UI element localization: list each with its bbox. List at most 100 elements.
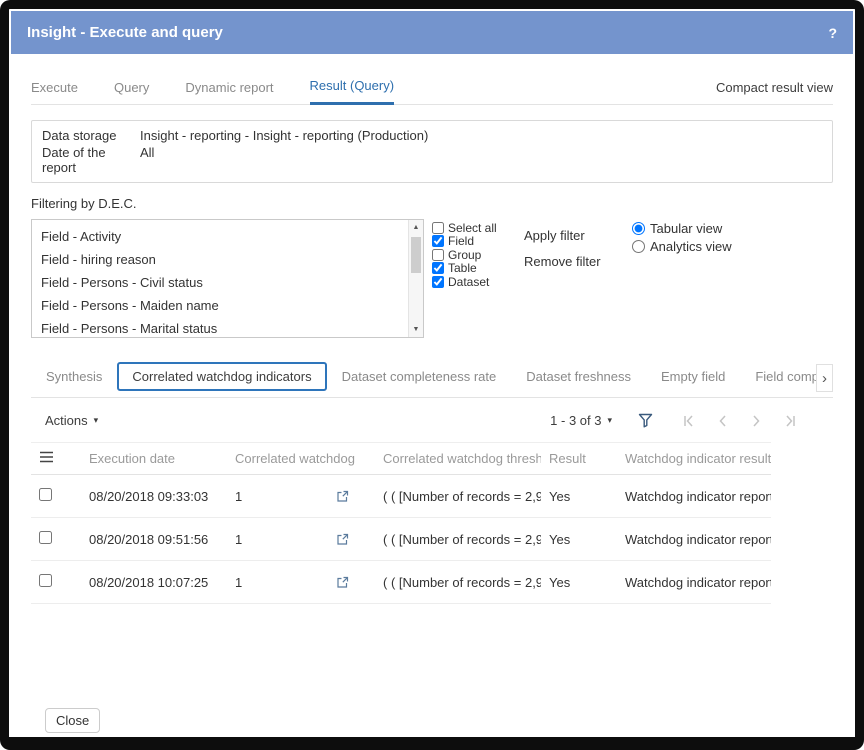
checkbox-dataset[interactable]: Dataset: [432, 275, 512, 289]
rtab-dataset-freshness[interactable]: Dataset freshness: [511, 362, 646, 391]
tab-dynamic-report[interactable]: Dynamic report: [185, 80, 273, 104]
last-page-icon[interactable]: [783, 414, 797, 428]
actions-label: Actions: [45, 413, 88, 428]
table-label: Table: [448, 261, 477, 275]
correlated-watchdog-cell: 1: [235, 575, 367, 590]
list-item[interactable]: Field - Activity: [32, 225, 423, 248]
tabular-view-option[interactable]: Tabular view: [632, 221, 732, 236]
field-checkbox[interactable]: [432, 235, 444, 247]
analytics-view-radio[interactable]: [632, 240, 645, 253]
tab-result-query[interactable]: Result (Query): [310, 78, 395, 105]
rtab-synthesis[interactable]: Synthesis: [31, 362, 117, 391]
info-row-report-date: Date of the report All: [42, 145, 822, 175]
pagination-count-label: 1 - 3 of 3: [550, 413, 601, 428]
table-row: 08/20/2018 10:07:25 1 ( ( [Number of rec…: [31, 561, 771, 604]
table-checkbox[interactable]: [432, 262, 444, 274]
result-cell: Yes: [541, 518, 617, 561]
result-cell: Yes: [541, 561, 617, 604]
close-button[interactable]: Close: [45, 708, 100, 733]
scrollbar-track[interactable]: [409, 235, 423, 322]
list-item[interactable]: Field - Persons - Marital status: [32, 317, 423, 338]
filtering-by-dec-label: Filtering by D.E.C.: [31, 196, 833, 211]
remove-filter-button[interactable]: Remove filter: [524, 254, 610, 269]
main-tabbar: Execute Query Dynamic report Result (Que…: [31, 78, 833, 105]
view-mode-radios: Tabular view Analytics view: [632, 219, 732, 257]
list-item[interactable]: Field - Persons - Maiden name: [32, 294, 423, 317]
rtab-empty-field[interactable]: Empty field: [646, 362, 740, 391]
execution-date-cell: 08/20/2018 09:33:03: [81, 475, 227, 518]
results-table: Execution date Correlated watchdog Corre…: [31, 442, 771, 604]
watchdog-report-link[interactable]: Watchdog indicator report: [625, 532, 763, 547]
threshold-cell: ( ( [Number of records = 2,92: [375, 518, 541, 561]
list-item[interactable]: Field - Persons - Civil status: [32, 271, 423, 294]
actions-dropdown[interactable]: Actions ▾: [45, 413, 98, 428]
filter-type-checkboxes: Select all Field Group Table: [432, 219, 512, 289]
watchdog-report-label: Watchdog indicator report: [625, 575, 771, 590]
row-checkbox[interactable]: [39, 531, 52, 544]
execution-date-cell: 08/20/2018 09:51:56: [81, 518, 227, 561]
result-cell: Yes: [541, 475, 617, 518]
tab-execute[interactable]: Execute: [31, 80, 78, 104]
open-watchdog-icon[interactable]: [336, 533, 349, 546]
first-page-icon[interactable]: [681, 414, 695, 428]
report-info-box: Data storage Insight - reporting - Insig…: [31, 120, 833, 183]
pagination-count-dropdown[interactable]: 1 - 3 of 3 ▾: [550, 413, 612, 428]
correlated-watchdog-cell: 1: [235, 489, 367, 504]
correlated-watchdog-value: 1: [235, 532, 242, 547]
group-checkbox[interactable]: [432, 249, 444, 261]
checkbox-select-all[interactable]: Select all: [432, 221, 512, 235]
report-date-value: All: [140, 145, 154, 175]
tab-query[interactable]: Query: [114, 80, 149, 104]
correlated-watchdog-cell: 1: [235, 532, 367, 547]
rtab-dataset-completeness-rate[interactable]: Dataset completeness rate: [327, 362, 512, 391]
listbox-scrollbar[interactable]: ▲ ▼: [408, 220, 423, 337]
dataset-checkbox[interactable]: [432, 276, 444, 288]
watchdog-report-link[interactable]: Watchdog indicator report: [625, 575, 763, 590]
col-correlated-watchdog: Correlated watchdog: [227, 443, 375, 475]
filter-funnel-icon[interactable]: [638, 413, 653, 428]
tabular-view-label: Tabular view: [650, 221, 722, 236]
report-date-label: Date of the report: [42, 145, 140, 175]
dec-list-items: Field - Activity Field - hiring reason F…: [32, 220, 423, 338]
row-checkbox[interactable]: [39, 488, 52, 501]
open-watchdog-icon[interactable]: [336, 490, 349, 503]
chevron-down-icon: ▾: [94, 416, 99, 425]
insight-dialog: Insight - Execute and query ? Execute Qu…: [9, 9, 855, 737]
row-checkbox[interactable]: [39, 574, 52, 587]
dec-listbox[interactable]: Field - Activity Field - hiring reason F…: [31, 219, 424, 338]
scrollbar-thumb[interactable]: [411, 237, 421, 273]
threshold-cell: ( ( [Number of records = 2,92: [375, 475, 541, 518]
checkbox-table[interactable]: Table: [432, 262, 512, 276]
checkbox-field[interactable]: Field: [432, 235, 512, 249]
compact-result-view-link[interactable]: Compact result view: [716, 80, 833, 104]
table-row: 08/20/2018 09:33:03 1 ( ( [Number of rec…: [31, 475, 771, 518]
checkbox-group[interactable]: Group: [432, 248, 512, 262]
col-execution-date: Execution date: [81, 443, 227, 475]
column-menu-icon[interactable]: [39, 451, 54, 463]
threshold-cell: ( ( [Number of records = 2,92: [375, 561, 541, 604]
tab-scroll-right-icon[interactable]: ›: [816, 364, 833, 392]
table-header-row: Execution date Correlated watchdog Corre…: [31, 443, 771, 475]
field-label: Field: [448, 234, 474, 248]
rtab-correlated-watchdog-indicators[interactable]: Correlated watchdog indicators: [117, 362, 326, 391]
analytics-view-label: Analytics view: [650, 239, 732, 254]
dataset-label: Dataset: [448, 275, 489, 289]
correlated-watchdog-value: 1: [235, 575, 242, 590]
previous-page-icon[interactable]: [715, 414, 729, 428]
open-watchdog-icon[interactable]: [336, 576, 349, 589]
execution-date-cell: 08/20/2018 10:07:25: [81, 561, 227, 604]
list-item[interactable]: Field - hiring reason: [32, 248, 423, 271]
pagination-buttons: [681, 414, 797, 428]
select-all-checkbox[interactable]: [432, 222, 444, 234]
analytics-view-option[interactable]: Analytics view: [632, 239, 732, 254]
filter-action-links: Apply filter Remove filter: [524, 219, 610, 269]
tabular-view-radio[interactable]: [632, 222, 645, 235]
next-page-icon[interactable]: [749, 414, 763, 428]
help-button[interactable]: ?: [828, 25, 837, 41]
scroll-up-icon[interactable]: ▲: [409, 220, 423, 235]
col-correlated-watchdog-threshold: Correlated watchdog thresho: [375, 443, 541, 475]
screenshot-frame: Insight - Execute and query ? Execute Qu…: [0, 0, 864, 750]
watchdog-report-link[interactable]: Watchdog indicator report: [625, 489, 763, 504]
apply-filter-button[interactable]: Apply filter: [524, 228, 610, 243]
scroll-down-icon[interactable]: ▼: [409, 322, 423, 337]
